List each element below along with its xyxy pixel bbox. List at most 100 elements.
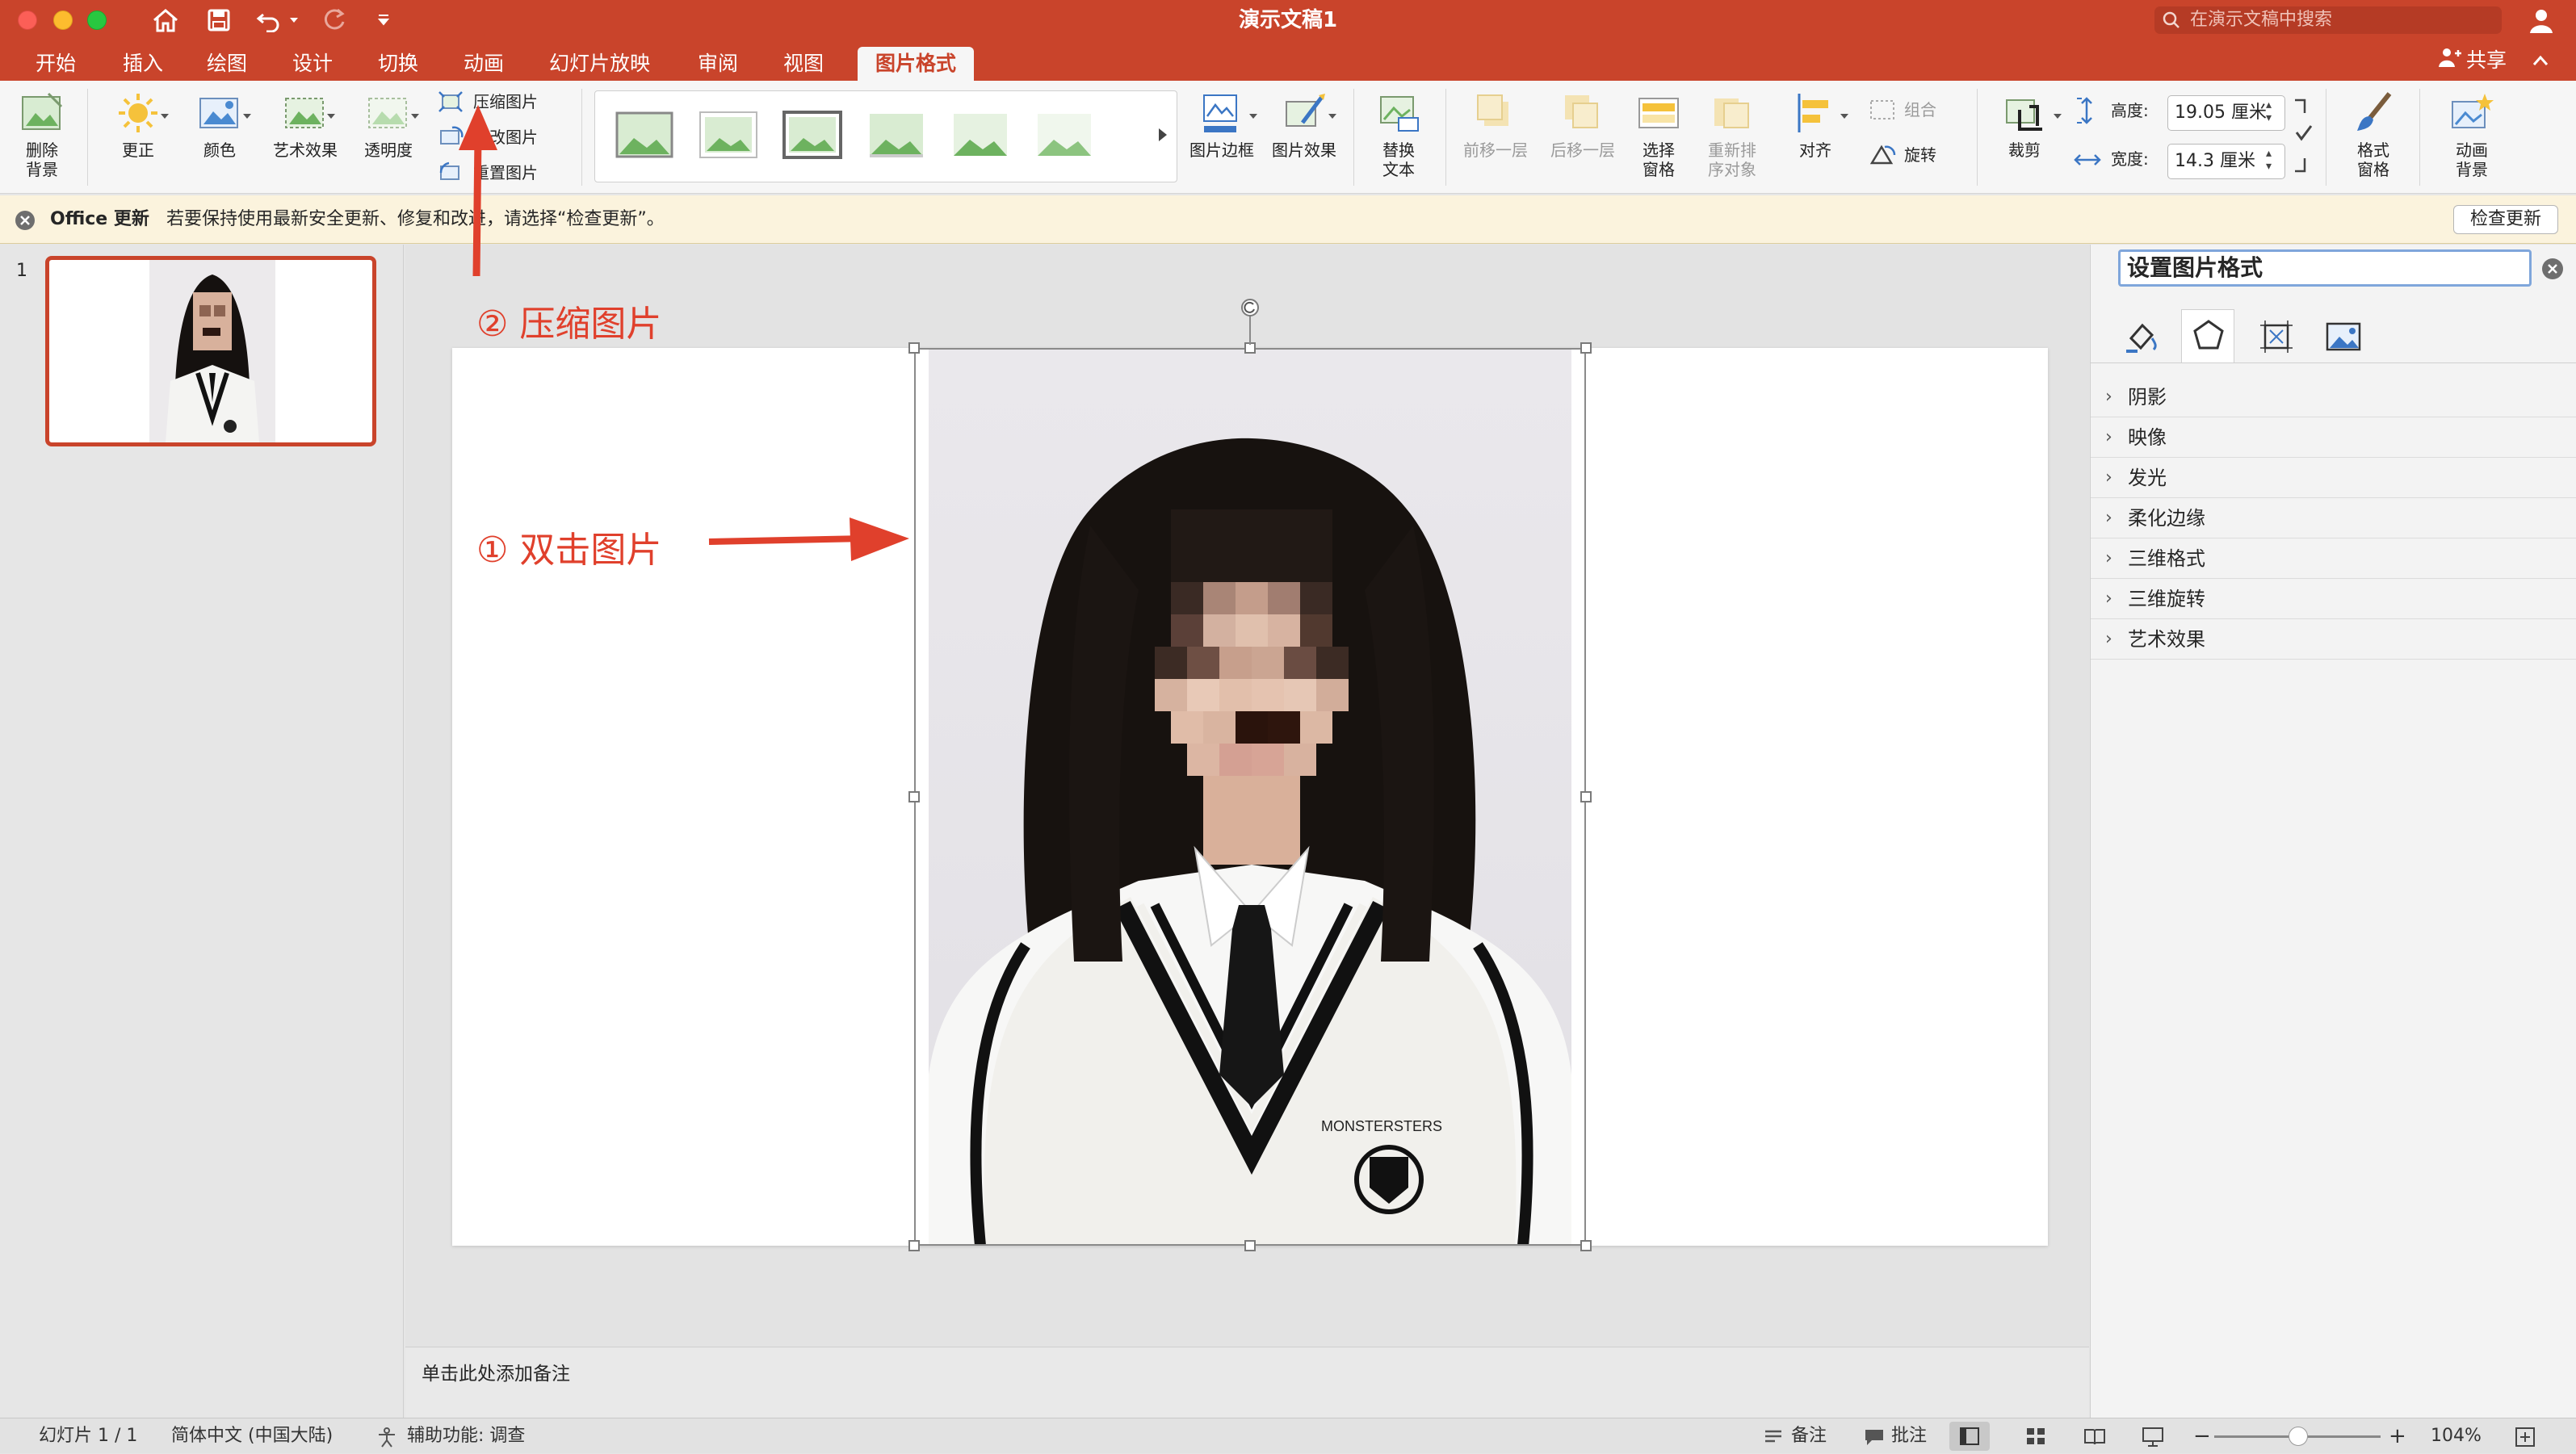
- height-stepper[interactable]: ▴ ▾: [2266, 98, 2272, 124]
- format-pane-button[interactable]: 格式 窗格: [2339, 90, 2408, 179]
- home-icon[interactable]: [152, 8, 179, 32]
- slide-sorter-icon[interactable]: [2025, 1427, 2046, 1446]
- size-properties-icon[interactable]: [2259, 319, 2294, 354]
- resize-handle-top-right[interactable]: [1580, 342, 1592, 354]
- notes-pane[interactable]: 单击此处添加备注: [405, 1347, 2089, 1418]
- tab-animations[interactable]: 动画: [446, 47, 522, 81]
- section-reflection[interactable]: › 映像: [2091, 417, 2576, 458]
- sun-icon: [119, 94, 157, 132]
- color-dropdown-icon[interactable]: [242, 113, 252, 119]
- picture-style-4[interactable]: [866, 111, 926, 159]
- undo-icon[interactable]: [255, 8, 283, 32]
- section-3d-rotation[interactable]: › 三维旋转: [2091, 579, 2576, 619]
- format-pane-title[interactable]: 设置图片格式: [2118, 249, 2532, 287]
- close-pane-icon[interactable]: [2541, 258, 2564, 280]
- tab-home[interactable]: 开始: [18, 47, 94, 81]
- picture-style-1[interactable]: [615, 111, 674, 159]
- zoom-out-button[interactable]: −: [2193, 1418, 2211, 1454]
- reorder-objects-button[interactable]: 重新排 序对象: [1696, 90, 1768, 179]
- tab-insert[interactable]: 插入: [105, 47, 181, 81]
- bring-forward-button[interactable]: 前移一层: [1454, 90, 1538, 160]
- resize-handle-bottom-left[interactable]: [908, 1240, 920, 1251]
- comments-toggle[interactable]: 批注: [1891, 1418, 1927, 1454]
- undo-dropdown-icon[interactable]: [289, 16, 299, 24]
- section-glow[interactable]: › 发光: [2091, 458, 2576, 498]
- height-value: 19.05 厘米: [2175, 103, 2267, 123]
- tab-review[interactable]: 审阅: [680, 47, 756, 81]
- picture-style-2[interactable]: [699, 111, 758, 159]
- resize-handle-top-left[interactable]: [908, 342, 920, 354]
- artistic-dropdown-icon[interactable]: [326, 113, 336, 119]
- picture-settings-icon[interactable]: [2325, 321, 2362, 353]
- zoom-in-button[interactable]: +: [2389, 1418, 2406, 1454]
- check-updates-button[interactable]: 检查更新: [2453, 205, 2558, 234]
- section-artistic-effects[interactable]: › 艺术效果: [2091, 619, 2576, 660]
- format-picture-pane: 设置图片格式 › 阴影 › 映像 › 发光 › 柔化边缘 › 三维格式 › 三维旋转 › 艺术…: [2090, 245, 2576, 1418]
- search-box[interactable]: 在演示文稿中搜索: [2154, 6, 2502, 34]
- redo-icon[interactable]: [321, 8, 347, 32]
- customize-toolbar-icon[interactable]: [376, 13, 391, 27]
- selection-pane-button[interactable]: 选择 窗格: [1628, 90, 1689, 179]
- animated-background-button[interactable]: 动画 背景: [2437, 90, 2507, 179]
- resize-handle-right[interactable]: [1580, 791, 1592, 802]
- transparency-button[interactable]: 透明度: [352, 90, 425, 160]
- slide-thumbnail[interactable]: [45, 256, 376, 446]
- corrections-button[interactable]: 更正: [102, 90, 174, 160]
- accessibility-status[interactable]: 辅助功能: 调查: [407, 1418, 525, 1454]
- rotate-handle-icon[interactable]: [1240, 298, 1260, 317]
- resize-handle-bottom[interactable]: [1244, 1240, 1256, 1251]
- resize-handle-left[interactable]: [908, 791, 920, 802]
- picture-styles-gallery[interactable]: [594, 90, 1177, 182]
- group-button[interactable]: 组合: [1869, 95, 1966, 124]
- rotate-button[interactable]: 旋转: [1869, 140, 1966, 170]
- dismiss-message-icon[interactable]: [15, 210, 36, 231]
- zoom-level[interactable]: 104%: [2431, 1418, 2482, 1454]
- tab-view[interactable]: 视图: [766, 47, 841, 81]
- zoom-traffic-light[interactable]: [87, 10, 107, 30]
- fit-to-window-icon[interactable]: [2515, 1427, 2536, 1448]
- resize-handle-bottom-right[interactable]: [1580, 1240, 1592, 1251]
- picture-style-3[interactable]: [782, 111, 842, 159]
- section-3d-format[interactable]: › 三维格式: [2091, 538, 2576, 579]
- effects-dropdown-icon[interactable]: [1328, 113, 1337, 119]
- minimize-traffic-light[interactable]: [53, 10, 73, 30]
- tab-draw[interactable]: 绘图: [189, 47, 265, 81]
- align-button[interactable]: 对齐: [1783, 90, 1848, 160]
- language-status[interactable]: 简体中文 (中国大陆): [171, 1418, 333, 1454]
- send-backward-button[interactable]: 后移一层: [1541, 90, 1625, 160]
- crop-dropdown-icon[interactable]: [2053, 113, 2062, 119]
- collapse-ribbon-icon[interactable]: [2532, 55, 2549, 66]
- picture-border-button[interactable]: 图片边框: [1184, 90, 1260, 160]
- remove-background-button[interactable]: 删除 背景: [8, 90, 76, 179]
- border-dropdown-icon[interactable]: [1248, 113, 1258, 119]
- gallery-more-icon[interactable]: [1157, 127, 1168, 143]
- close-traffic-light[interactable]: [18, 10, 37, 30]
- slideshow-view-icon[interactable]: [2142, 1427, 2164, 1448]
- account-icon[interactable]: [2528, 6, 2555, 34]
- fill-line-icon[interactable]: [2125, 319, 2160, 354]
- width-stepper[interactable]: ▴ ▾: [2266, 147, 2272, 173]
- tab-slideshow[interactable]: 幻灯片放映: [531, 47, 668, 81]
- zoom-slider-thumb[interactable]: [2289, 1427, 2308, 1446]
- color-button[interactable]: 颜色: [187, 90, 252, 160]
- chevron-right-icon: ›: [2105, 589, 2112, 609]
- share-button[interactable]: 共享: [2466, 44, 2507, 78]
- corrections-dropdown-icon[interactable]: [160, 113, 170, 119]
- notes-toggle[interactable]: 备注: [1791, 1418, 1827, 1454]
- align-dropdown-icon[interactable]: [1840, 113, 1849, 119]
- lock-aspect-ratio-icon[interactable]: [2292, 97, 2314, 174]
- tab-design[interactable]: 设计: [275, 47, 350, 81]
- reading-view-icon[interactable]: [2083, 1427, 2106, 1446]
- alt-text-button[interactable]: 替换 文本: [1365, 90, 1433, 179]
- tab-transitions[interactable]: 切换: [360, 47, 436, 81]
- transparency-dropdown-icon[interactable]: [410, 113, 420, 119]
- picture-effects-button[interactable]: 图片效果: [1266, 90, 1342, 160]
- section-shadow[interactable]: › 阴影: [2091, 377, 2576, 417]
- section-soft-edges[interactable]: › 柔化边缘: [2091, 498, 2576, 538]
- tab-picture-format[interactable]: 图片格式: [858, 47, 975, 81]
- picture-style-5[interactable]: [950, 111, 1010, 159]
- artistic-effects-button[interactable]: 艺术效果: [263, 90, 347, 160]
- picture-style-6[interactable]: [1034, 111, 1094, 159]
- save-icon[interactable]: [207, 8, 231, 32]
- crop-button[interactable]: 裁剪: [1990, 90, 2059, 160]
